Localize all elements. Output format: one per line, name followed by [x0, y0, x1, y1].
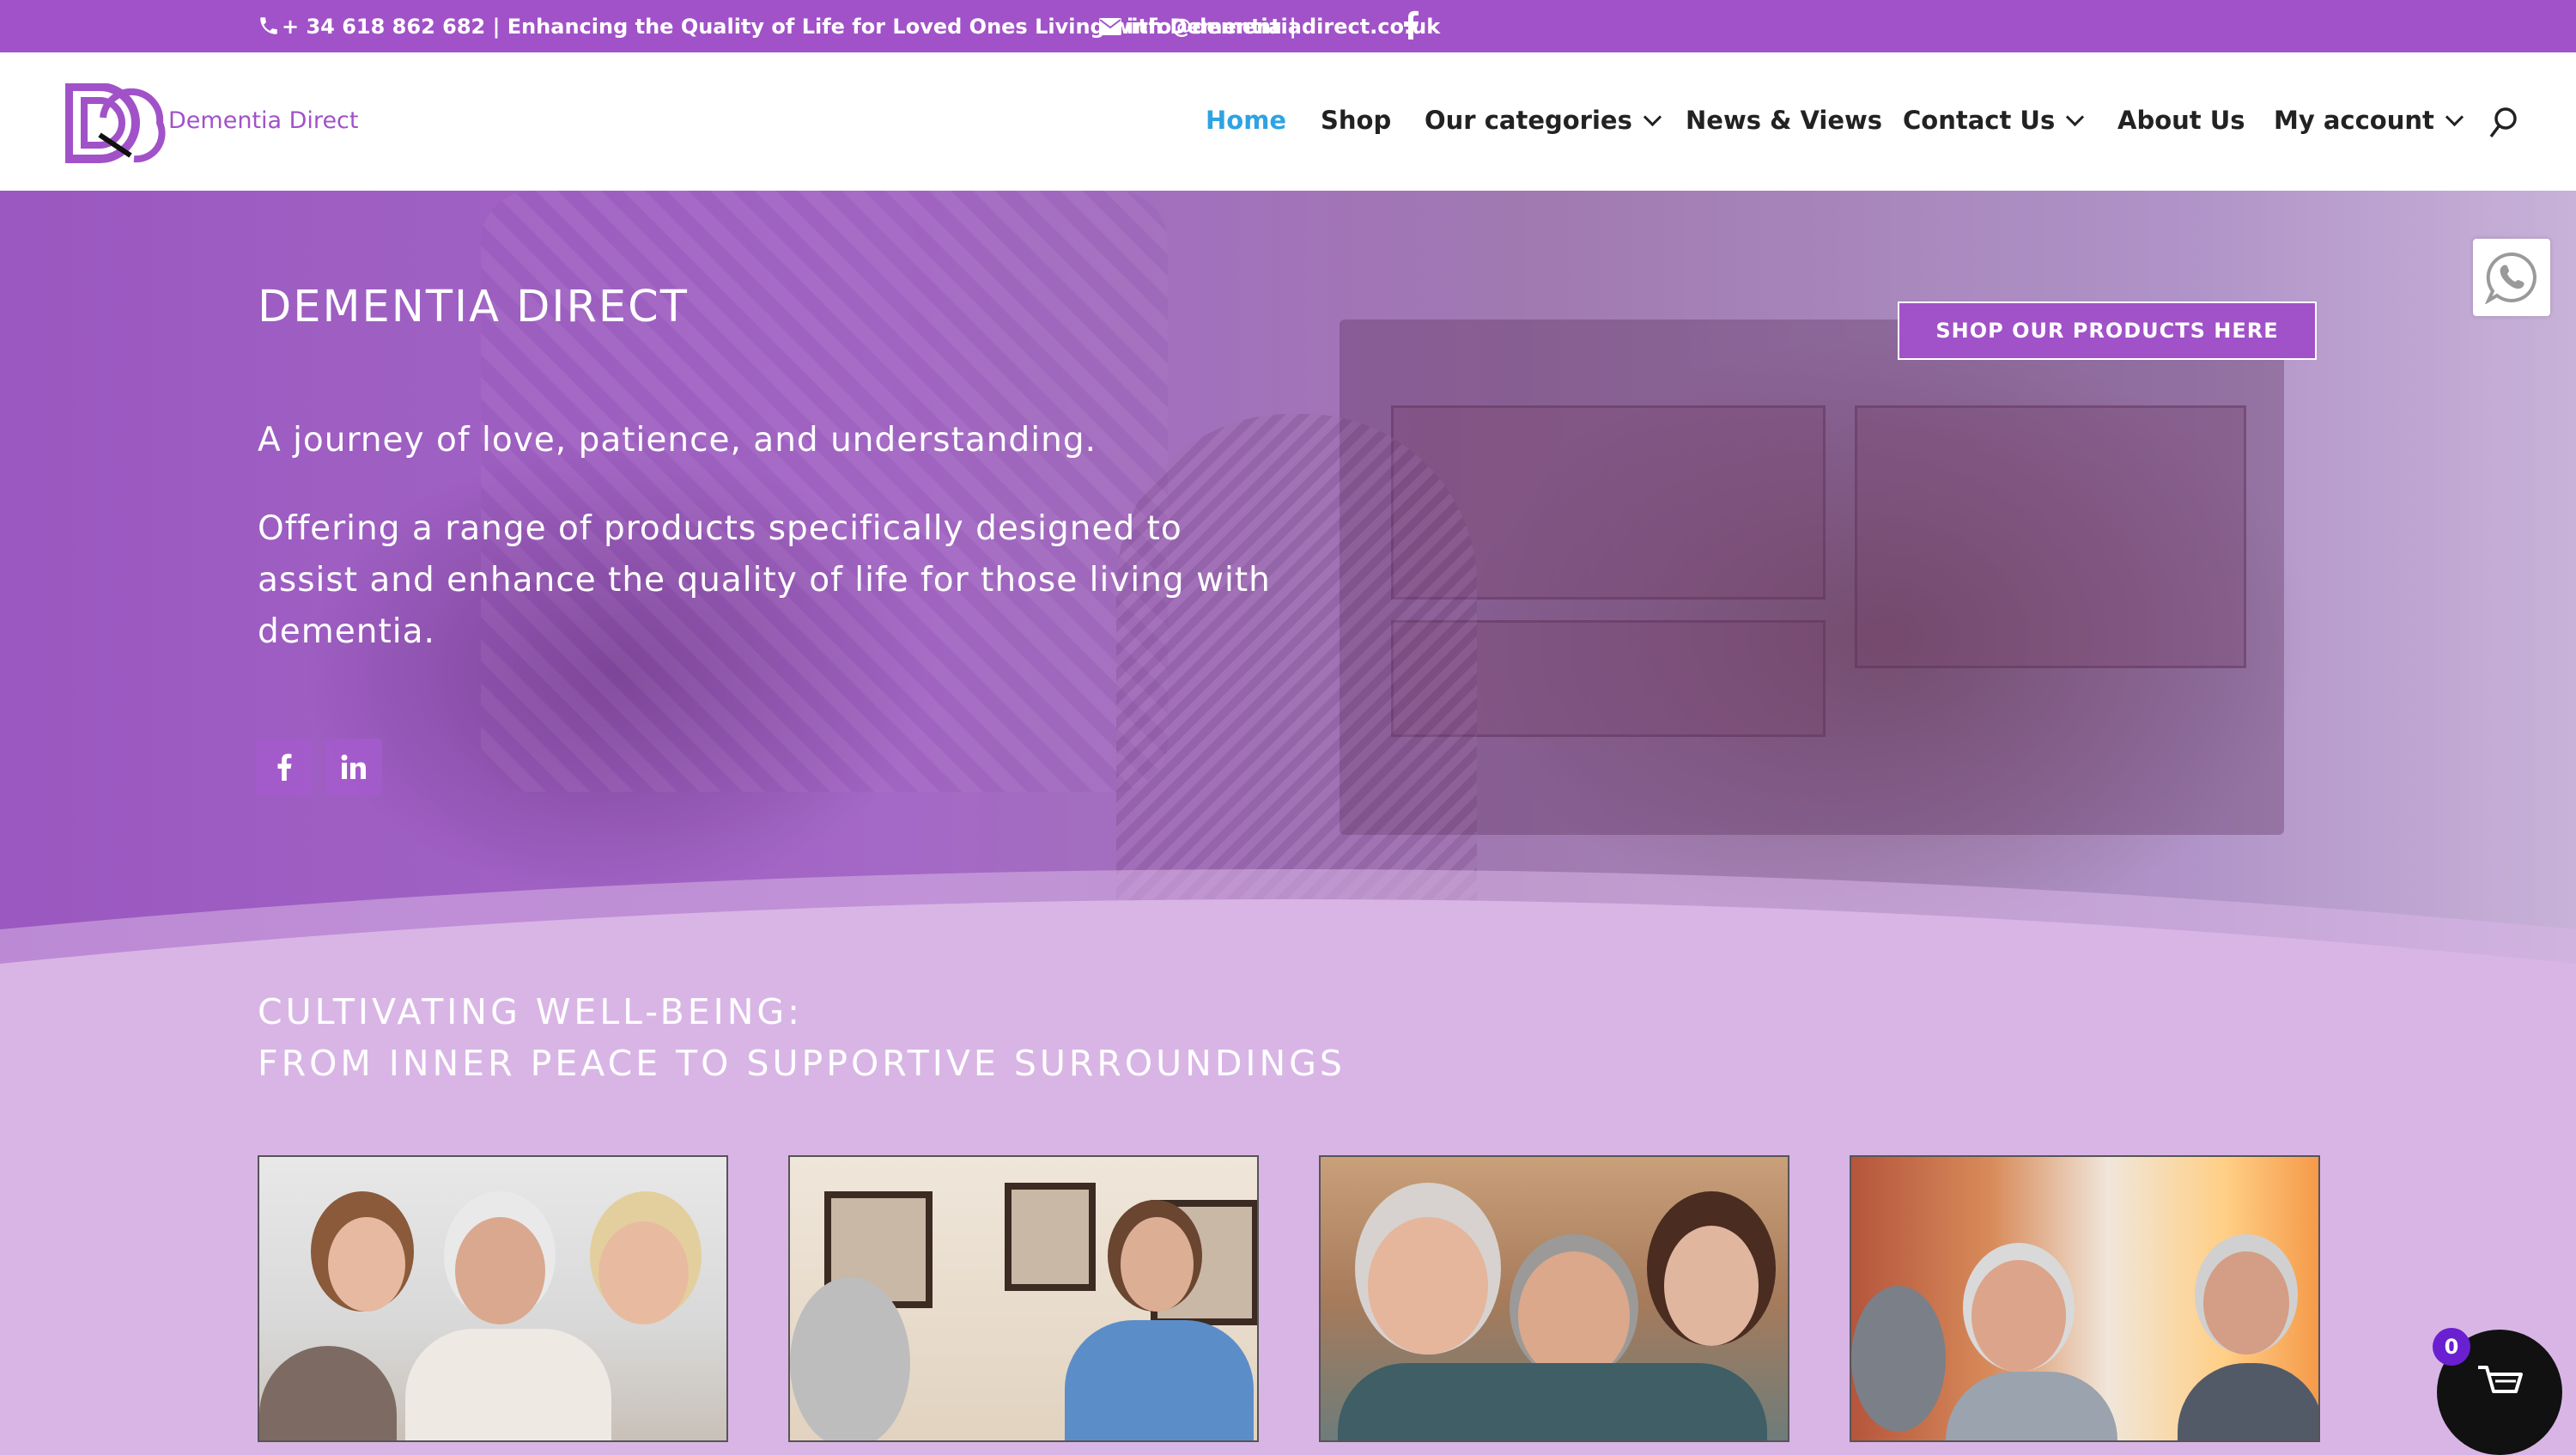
section-title: CULTIVATING WELL-BEING: FROM INNER PEACE…: [258, 986, 1346, 1089]
hero-curve-divider: [0, 869, 2576, 964]
logo-icon[interactable]: [65, 83, 168, 164]
cart-icon: [2478, 1366, 2523, 1393]
shop-products-button[interactable]: SHOP OUR PRODUCTS HERE: [1898, 301, 2317, 360]
elderly-men-at-table-image[interactable]: [1850, 1155, 2320, 1442]
facebook-icon: [277, 753, 292, 781]
nurse-consultation-image[interactable]: [788, 1155, 1259, 1442]
hero-background-cabinet: [1340, 320, 2284, 835]
hero-background-pillow: [481, 191, 1168, 792]
hero-description: Offering a range of products specificall…: [258, 509, 1271, 651]
hero-title: DEMENTIA DIRECT: [258, 282, 689, 332]
nav-contact-us-label: Contact Us: [1903, 106, 2056, 135]
whatsapp-icon: [2485, 252, 2537, 304]
section-title-line-2: FROM INNER PEACE TO SUPPORTIVE SURROUNDI…: [258, 1043, 1346, 1084]
chevron-down-icon: [2445, 107, 2464, 127]
cart-count-badge: 0: [2433, 1328, 2470, 1366]
facebook-icon[interactable]: [1402, 10, 1419, 40]
family-group-image[interactable]: [1319, 1155, 1789, 1442]
hero-tagline: A journey of love, patience, and underst…: [258, 421, 1097, 460]
nav-our-categories-label: Our categories: [1425, 106, 1632, 135]
hero-linkedin-button[interactable]: [325, 739, 382, 795]
search-icon[interactable]: [2488, 106, 2519, 140]
hero-facebook-button[interactable]: [256, 739, 313, 795]
top-bar: + 34 618 862 682 | Enhancing the Quality…: [0, 0, 2576, 52]
chevron-down-icon: [2066, 107, 2085, 127]
logo-text[interactable]: Dementia Direct: [168, 107, 358, 134]
nav-my-account[interactable]: My account: [2274, 106, 2464, 135]
nav-about-us[interactable]: About Us: [2117, 106, 2245, 135]
family-with-elderly-man-image[interactable]: [258, 1155, 728, 1442]
hero-banner: DEMENTIA DIRECT A journey of love, patie…: [0, 191, 2576, 964]
linkedin-icon: [341, 754, 366, 779]
whatsapp-button[interactable]: [2473, 239, 2550, 316]
site-header: Dementia Direct Home Shop Our categories…: [0, 52, 2576, 191]
nav-my-account-label: My account: [2274, 106, 2434, 135]
nav-shop[interactable]: Shop: [1321, 106, 1391, 135]
email-link[interactable]: info@dementiadirect.co.uk: [1127, 15, 1440, 39]
nav-contact-us[interactable]: Contact Us: [1903, 106, 2085, 135]
nav-news-views[interactable]: News & Views: [1686, 106, 1882, 135]
chevron-down-icon: [1643, 107, 1662, 127]
phone-icon: [260, 17, 277, 34]
nav-our-categories[interactable]: Our categories: [1425, 106, 1662, 135]
section-title-line-1: CULTIVATING WELL-BEING:: [258, 991, 803, 1032]
mail-icon: [1099, 18, 1121, 35]
nav-home[interactable]: Home: [1206, 106, 1286, 135]
